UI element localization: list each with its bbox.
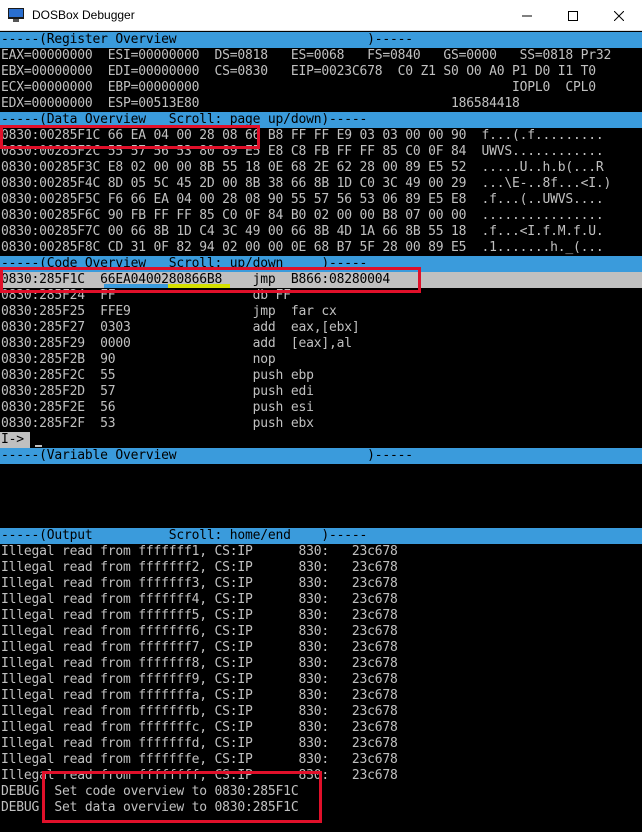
code-current-line[interactable]: 0830:285F1C 66EA0400280866B8 jmp B866:08… <box>0 272 642 288</box>
code-line[interactable]: 0830:285F29 0000 add [eax],al <box>1 336 642 352</box>
dosbox-app-icon <box>8 8 24 22</box>
output-line: Illegal read from fffffffb, CS:IP 830: 2… <box>1 704 398 719</box>
minimize-button[interactable] <box>504 0 550 31</box>
data-line[interactable]: 0830:00285F1C 66 EA 04 00 28 08 66 B8 FF… <box>1 128 642 144</box>
output-line: Illegal read from fffffff4, CS:IP 830: 2… <box>1 592 398 607</box>
maximize-button[interactable] <box>550 0 596 31</box>
variable-header-text: -----(Variable Overview )----- <box>1 448 413 463</box>
register-line: EBX=00000000 EDI=00000000 CS=0830 EIP=00… <box>1 64 596 79</box>
code-line[interactable]: 0830:285F24 FF db FF <box>1 288 642 304</box>
output-header: -----(Output Scroll: home/end )----- <box>0 528 642 544</box>
output-line: Illegal read from fffffffd, CS:IP 830: 2… <box>1 736 398 751</box>
register-line: EDX=00000000 ESP=00513E80 186584418 <box>1 96 520 111</box>
output-line: DEBUG: Set data overview to 0830:285F1C <box>1 800 299 815</box>
register-header-text: -----(Register Overview )----- <box>1 32 413 47</box>
code-line[interactable]: 0830:285F2D 57 push edi <box>1 384 642 400</box>
output-line: Illegal read from fffffffa, CS:IP 830: 2… <box>1 688 398 703</box>
data-line[interactable]: 0830:00285F2C 55 57 56 53 80 89 E5 E8 C8… <box>1 144 642 160</box>
output-line: Illegal read from ffffffff, CS:IP 830: 2… <box>1 768 398 783</box>
command-input[interactable] <box>34 432 634 448</box>
output-line: DEBUG: Set code overview to 0830:285F1C <box>1 784 299 799</box>
code-line[interactable]: 0830:285F2F 53 push ebx <box>1 416 642 432</box>
data-line[interactable]: 0830:00285F4C 8D 05 5C 45 2D 00 8B 38 66… <box>1 176 642 192</box>
close-button[interactable] <box>596 0 642 31</box>
output-line: Illegal read from fffffffc, CS:IP 830: 2… <box>1 720 398 735</box>
code-line[interactable]: 0830:285F25 FFE9 jmp far cx <box>1 304 642 320</box>
code-overview-header: -----(Code Overview Scroll: up/down )---… <box>0 256 642 272</box>
close-icon <box>614 10 624 21</box>
output-line: Illegal read from fffffff2, CS:IP 830: 2… <box>1 560 398 575</box>
register-line: EAX=00000000 ESI=00000000 DS=0818 ES=006… <box>1 48 612 63</box>
register-overview-header: -----(Register Overview )----- <box>0 32 642 48</box>
data-line[interactable]: 0830:00285F7C 00 66 8B 1D C4 3C 49 00 66… <box>1 224 642 240</box>
command-prompt-label: I-> <box>0 432 30 448</box>
title-bar[interactable]: DOSBox Debugger <box>0 0 642 31</box>
variable-overview-header: -----(Variable Overview )----- <box>0 448 642 464</box>
window-title: DOSBox Debugger <box>32 8 135 22</box>
output-line: Illegal read from fffffff6, CS:IP 830: 2… <box>1 624 398 639</box>
debugger-screen: -----(Register Overview )----- EAX=00000… <box>0 31 642 832</box>
data-line[interactable]: 0830:00285F6C 90 FB FF FF 85 C0 0F 84 B0… <box>1 208 642 224</box>
data-line[interactable]: 0830:00285F5C F6 66 EA 04 00 28 08 90 55… <box>1 192 642 208</box>
output-line: Illegal read from fffffff8, CS:IP 830: 2… <box>1 656 398 671</box>
data-line[interactable]: 0830:00285F3C E8 02 00 00 8B 55 18 0E 68… <box>1 160 642 176</box>
output-line: Illegal read from fffffff9, CS:IP 830: 2… <box>1 672 398 687</box>
output-line: Illegal read from fffffff7, CS:IP 830: 2… <box>1 640 398 655</box>
output-line: Illegal read from fffffff1, CS:IP 830: 2… <box>1 544 398 559</box>
code-line[interactable]: 0830:285F2E 56 push esi <box>1 400 642 416</box>
maximize-icon <box>568 10 578 21</box>
minimize-icon <box>522 15 532 16</box>
output-line: Illegal read from fffffff3, CS:IP 830: 2… <box>1 576 398 591</box>
output-header-text: -----(Output Scroll: home/end )----- <box>1 528 368 543</box>
code-line[interactable]: 0830:285F2B 90 nop <box>1 352 642 368</box>
variable-overview-area[interactable] <box>0 464 642 528</box>
data-line[interactable]: 0830:00285F8C CD 31 0F 82 94 02 00 00 0E… <box>1 240 642 256</box>
code-line[interactable]: 0830:285F2C 55 push ebp <box>1 368 642 384</box>
register-line: ECX=00000000 EBP=00000000 IOPL0 CPL0 <box>1 80 596 95</box>
code-current-text: 0830:285F1C 66EA0400280866B8 jmp B866:08… <box>1 272 390 287</box>
output-line: Illegal read from fffffff5, CS:IP 830: 2… <box>1 608 398 623</box>
output-line: Illegal read from fffffffe, CS:IP 830: 2… <box>1 752 398 767</box>
data-overview-header: -----(Data Overview Scroll: page up/down… <box>0 112 642 128</box>
data-header-text: -----(Data Overview Scroll: page up/down… <box>1 112 368 127</box>
text-cursor <box>35 445 42 447</box>
code-line[interactable]: 0830:285F27 0303 add eax,[ebx] <box>1 320 642 336</box>
code-header-text: -----(Code Overview Scroll: up/down )---… <box>1 256 368 271</box>
